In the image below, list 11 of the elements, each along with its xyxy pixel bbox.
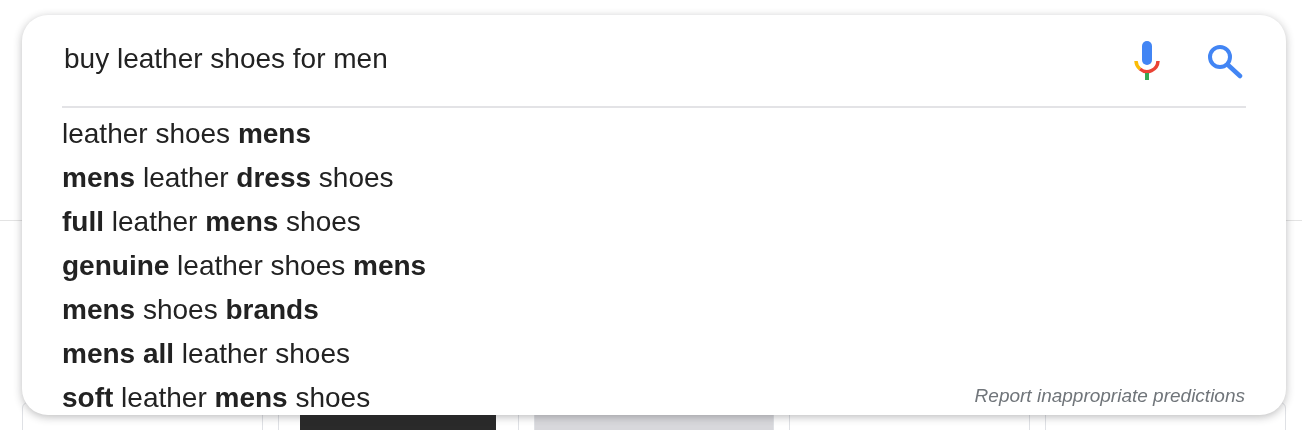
suggestion-item[interactable]: mens all leather shoes (62, 332, 350, 376)
suggestion-item[interactable]: leather shoes mens (62, 112, 312, 156)
report-link[interactable]: Report inappropriate predictions (974, 385, 1245, 407)
suggestion-item[interactable]: full leather mens shoes (62, 200, 361, 244)
suggestion-item[interactable]: genuine leather shoes mens (62, 244, 427, 288)
microphone-icon[interactable] (1132, 40, 1162, 81)
suggestion-item[interactable]: soft leather mens shoes (62, 376, 371, 420)
suggestion-item[interactable]: mens shoes brands (62, 288, 319, 332)
search-icon[interactable] (1206, 42, 1244, 79)
search-field[interactable]: buy leather shoes for men (62, 43, 1132, 75)
suggestion-item[interactable]: mens leather dress shoes (62, 156, 394, 200)
